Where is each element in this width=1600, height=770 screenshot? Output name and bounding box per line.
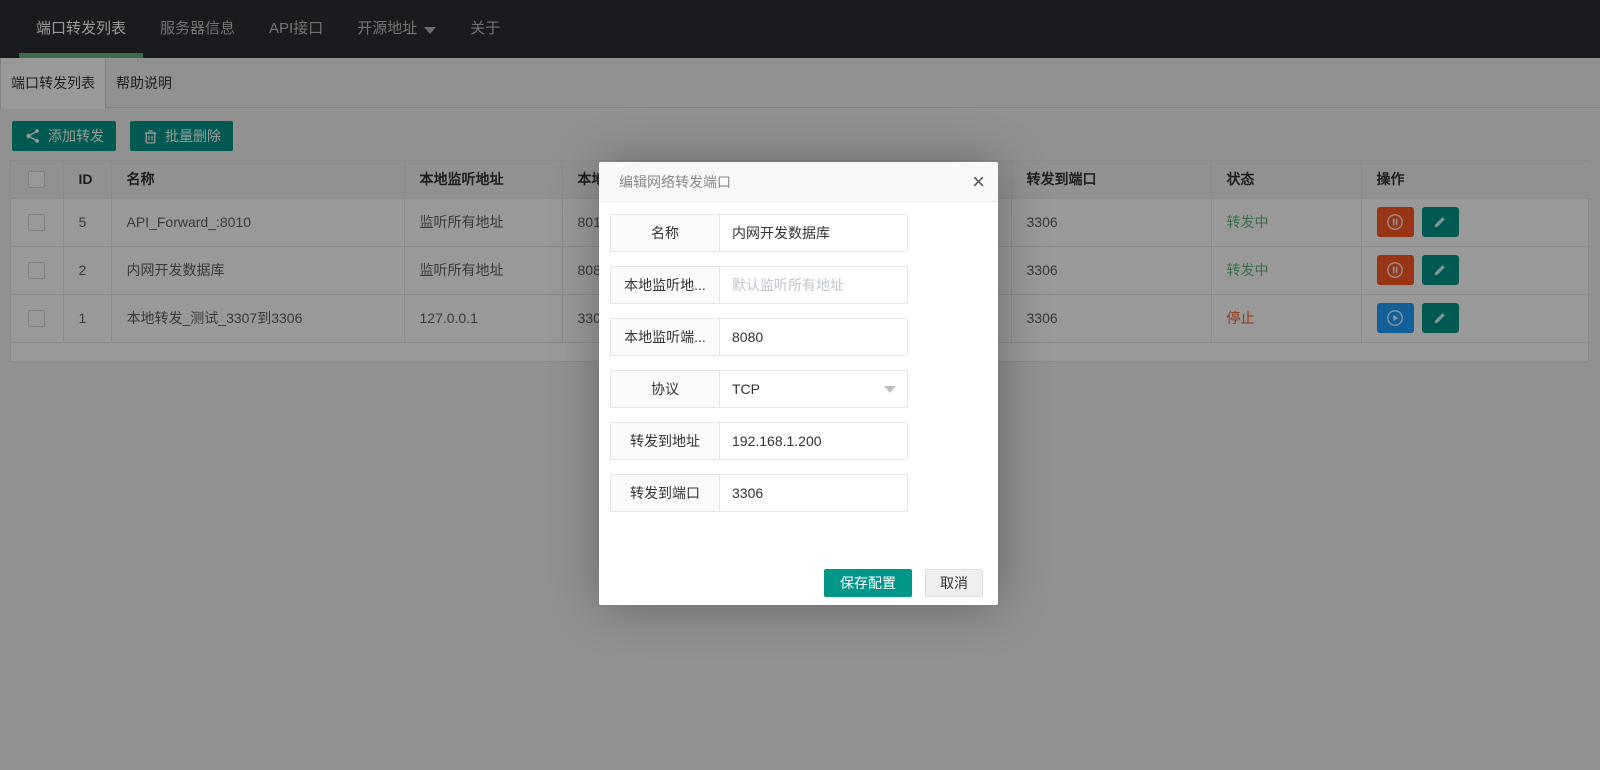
forward-port-input[interactable]	[719, 474, 908, 512]
field-name: 名称	[610, 214, 908, 252]
protocol-select[interactable]	[719, 370, 908, 408]
field-forward-addr: 转发到地址	[610, 422, 908, 460]
field-forward-port-label: 转发到端口	[610, 474, 719, 512]
close-icon[interactable]: ×	[972, 170, 985, 194]
modal-title: 编辑网络转发端口	[599, 162, 998, 202]
modal-footer: 保存配置 取消	[824, 569, 983, 597]
field-listen-port: 本地监听端...	[610, 318, 908, 356]
field-name-label: 名称	[610, 214, 719, 252]
name-input[interactable]	[719, 214, 908, 252]
field-protocol-label: 协议	[610, 370, 719, 408]
field-listen-port-label: 本地监听端...	[610, 318, 719, 356]
field-listen-addr: 本地监听地...	[610, 266, 908, 304]
field-listen-addr-label: 本地监听地...	[610, 266, 719, 304]
listen-port-input[interactable]	[719, 318, 908, 356]
cancel-button[interactable]: 取消	[925, 569, 983, 597]
listen-addr-input[interactable]	[719, 266, 908, 304]
edit-forward-modal: 编辑网络转发端口 × 名称 本地监听地... 本地监听端... 协议 转发到地址…	[599, 162, 998, 605]
forward-addr-input[interactable]	[719, 422, 908, 460]
field-forward-addr-label: 转发到地址	[610, 422, 719, 460]
save-config-button[interactable]: 保存配置	[824, 569, 912, 597]
field-forward-port: 转发到端口	[610, 474, 908, 512]
modal-form: 名称 本地监听地... 本地监听端... 协议 转发到地址 转发到端口	[599, 202, 998, 512]
field-protocol: 协议	[610, 370, 908, 408]
